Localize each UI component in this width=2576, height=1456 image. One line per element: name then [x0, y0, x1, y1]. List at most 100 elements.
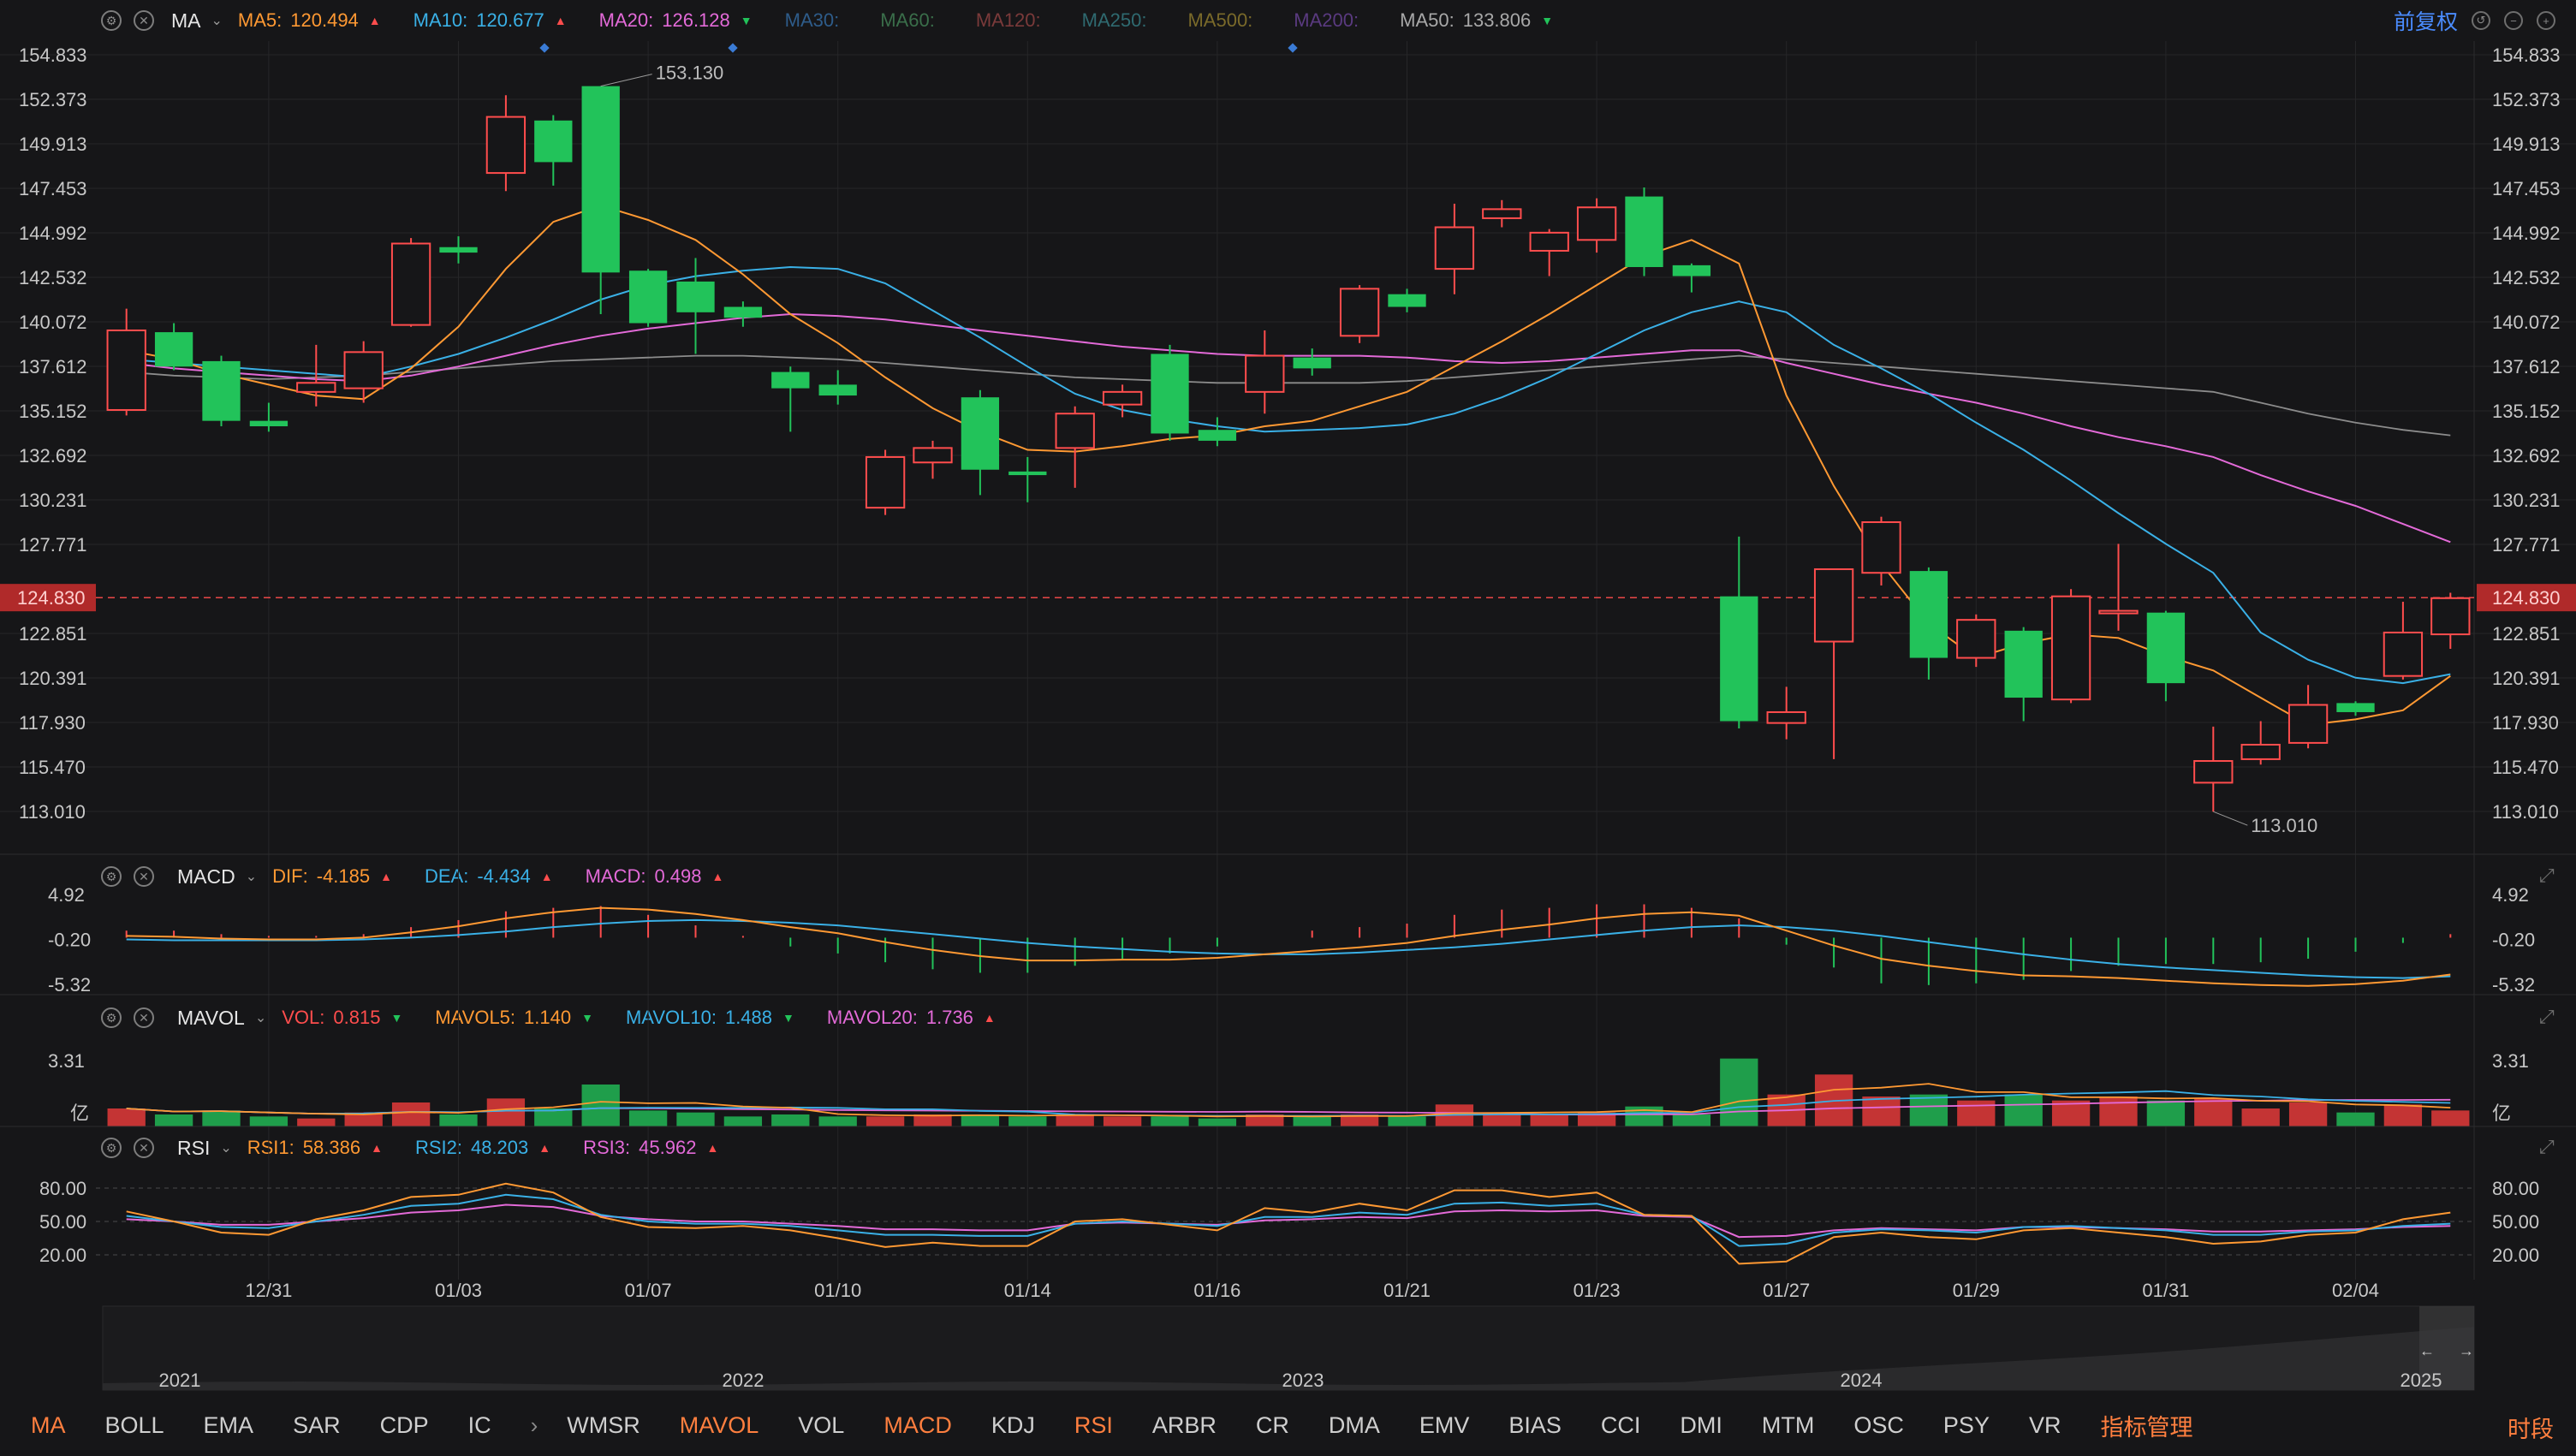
candle-body	[106, 329, 146, 411]
tab-boll[interactable]: BOLL	[105, 1412, 164, 1439]
tab-ema[interactable]: EMA	[204, 1412, 254, 1439]
tab-cr[interactable]: CR	[1256, 1412, 1289, 1439]
price-tick-label-left: 115.470	[19, 757, 86, 778]
macd-tick-left: -5.32	[48, 974, 91, 995]
dea-line	[126, 918, 2451, 979]
dif-line	[126, 906, 2451, 987]
price-tick-label-left: 132.692	[19, 445, 87, 467]
price-tick-label-left: 135.152	[19, 401, 87, 422]
candle-body	[1861, 521, 1901, 574]
candle-body	[1766, 710, 1806, 724]
chevron-right-icon[interactable]: ›	[531, 1412, 538, 1439]
candle-body	[1339, 288, 1380, 337]
macd-tick-right: -5.32	[2492, 974, 2535, 995]
tab-macd[interactable]: MACD	[883, 1412, 952, 1439]
tab-vol[interactable]: VOL	[798, 1412, 844, 1439]
candle-body	[1102, 390, 1143, 406]
tab-vr[interactable]: VR	[2029, 1412, 2061, 1439]
price-tick-label-left: 127.771	[19, 534, 87, 556]
volume-bar	[2146, 1100, 2186, 1126]
candle-body	[2193, 760, 2234, 784]
volume-bar	[771, 1114, 810, 1126]
candle-body	[154, 332, 193, 367]
tab-psy[interactable]: PSY	[1943, 1412, 1990, 1439]
tab-kdj[interactable]: KDJ	[991, 1412, 1035, 1439]
volume-bar	[676, 1112, 715, 1126]
chart-canvas[interactable]: 154.833 154.833 152.373 152.373 149.913 149.9…	[0, 0, 2576, 1400]
candle-body	[1813, 568, 1854, 643]
tab-cci[interactable]: CCI	[1601, 1412, 1641, 1439]
price-tick-label-right: 147.453	[2492, 178, 2561, 199]
overview-handle-right: →	[2459, 1342, 2474, 1359]
overview-handle-left: ←	[2419, 1342, 2435, 1359]
tab-cdp[interactable]: CDP	[380, 1412, 429, 1439]
volume-bar	[866, 1116, 905, 1126]
candle-body	[771, 371, 810, 389]
tab-bias[interactable]: BIAS	[1508, 1412, 1562, 1439]
date-label: 02/04	[2332, 1280, 2379, 1301]
tab-ic[interactable]: IC	[468, 1412, 491, 1439]
tab-指标管理[interactable]: 指标管理	[2100, 1409, 2192, 1442]
tab-wmsr[interactable]: WMSR	[567, 1412, 640, 1439]
volume-bar	[1388, 1116, 1426, 1126]
price-tick-label-right: 113.010	[2492, 801, 2559, 823]
price-tick-label-right: 144.992	[2492, 223, 2561, 244]
candle-body	[1198, 430, 1237, 441]
tab-mtm[interactable]: MTM	[1762, 1412, 1814, 1439]
rsi-tick-right: 80.00	[2492, 1178, 2539, 1199]
candle-body	[2146, 612, 2186, 684]
candle-body	[1245, 354, 1285, 393]
vol-unit-left: 亿	[70, 1102, 89, 1124]
rsi-tick-right: 20.00	[2492, 1245, 2539, 1266]
high-pointer	[600, 74, 652, 87]
candle-body	[249, 420, 289, 426]
volume-bar	[2383, 1104, 2423, 1126]
volume-bar	[2336, 1112, 2375, 1126]
volume-bar	[1862, 1096, 1901, 1126]
volume-bar	[1198, 1118, 1237, 1126]
candle-body	[1388, 294, 1426, 307]
volume-bar	[1293, 1116, 1331, 1126]
candle-body	[202, 360, 241, 421]
price-tick-label-right: 137.612	[2492, 356, 2561, 377]
date-label: 01/29	[1953, 1280, 2000, 1301]
tab-dma[interactable]: DMA	[1329, 1412, 1380, 1439]
tab-rsi[interactable]: RSI	[1074, 1412, 1113, 1439]
overview-year-label: 2025	[2400, 1370, 2442, 1391]
tab-dmi[interactable]: DMI	[1680, 1412, 1722, 1439]
volume-bar	[628, 1110, 668, 1126]
volume-bar	[249, 1116, 289, 1126]
rsi-tick-left: 20.00	[39, 1245, 86, 1266]
candle-body	[676, 281, 715, 312]
date-label: 01/16	[1193, 1280, 1240, 1301]
volume-bar	[1909, 1094, 1948, 1126]
stock-chart-app: ⚙ ✕ MA ⌄ MA5: 120.494 ▲ MA10: 120.677 ▲ MA20: 1…	[0, 0, 2576, 1456]
volume-bar	[1103, 1116, 1142, 1126]
date-label: 01/23	[1574, 1280, 1621, 1301]
tab-osc[interactable]: OSC	[1853, 1412, 1904, 1439]
macd-tick-right: 4.92	[2492, 884, 2529, 906]
overview-year-label: 2023	[1282, 1370, 1324, 1391]
price-tick-label-right: 115.470	[2492, 757, 2559, 778]
volume-bar	[1720, 1058, 1758, 1126]
timeshare-button[interactable]: 时段	[2508, 1411, 2554, 1444]
last-price-label-left: 124.830	[17, 587, 86, 609]
tab-emv[interactable]: EMV	[1419, 1412, 1470, 1439]
tab-arbr[interactable]: ARBR	[1152, 1412, 1217, 1439]
candle-body	[296, 382, 336, 393]
volume-bar	[1672, 1114, 1711, 1126]
tab-mavol[interactable]: MAVOL	[680, 1412, 759, 1439]
candle-body	[1720, 596, 1758, 722]
volume-bar	[107, 1108, 146, 1126]
low-pointer	[2213, 811, 2248, 826]
tab-sar[interactable]: SAR	[293, 1412, 341, 1439]
price-tick-label-right: 142.532	[2492, 267, 2561, 288]
candle-body	[1055, 413, 1095, 449]
candle-body	[485, 116, 527, 175]
volume-bar	[2431, 1110, 2470, 1126]
tab-ma[interactable]: MA	[31, 1412, 66, 1439]
candle-body	[723, 306, 763, 318]
date-label: 12/31	[245, 1280, 292, 1301]
rsi-tick-left: 80.00	[39, 1178, 86, 1199]
candle-body	[1482, 208, 1522, 219]
